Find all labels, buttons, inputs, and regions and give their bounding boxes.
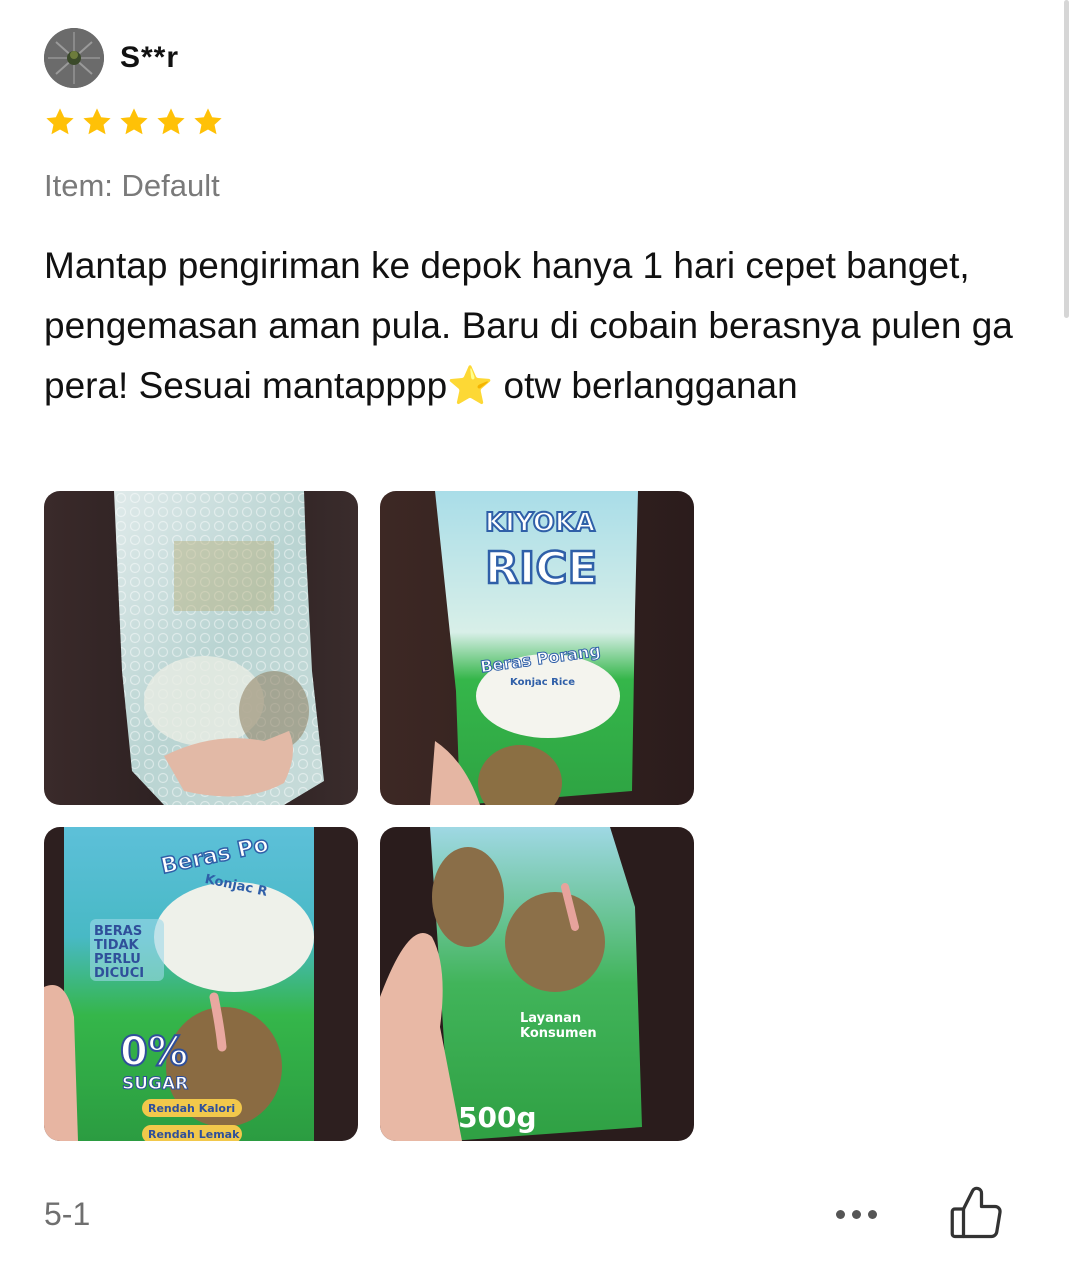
- photo-label: 500g: [458, 1101, 537, 1134]
- rating-stars: [44, 106, 224, 138]
- photo-label: 0%: [120, 1029, 188, 1075]
- username: S**r: [120, 41, 180, 74]
- star-icon: [157, 108, 185, 135]
- photo-label: Rendah Lemak: [148, 1128, 240, 1141]
- like-button[interactable]: [946, 1184, 1006, 1244]
- review-date: 5-1: [44, 1196, 91, 1232]
- photo-label: Rendah Kalori: [148, 1102, 235, 1115]
- item-variant: Item: Default: [44, 168, 220, 203]
- thumbs-up-icon: [950, 1186, 1002, 1239]
- photo-label: DICUCI: [94, 966, 144, 981]
- photo-label: KIYOKA: [485, 508, 595, 538]
- photo-rice-bag-back[interactable]: Layanan Konsumen 500g: [380, 827, 694, 1141]
- photo-label: RICE: [485, 543, 598, 594]
- review-page: S**r Item: Default Mantap pengiriman ke …: [0, 0, 1075, 1280]
- review-header: S**r: [44, 28, 179, 88]
- photo-kiyoka-rice-front[interactable]: KIYOKA RICE Beras Porang Konjac Rice: [380, 491, 694, 805]
- photo-label: TIDAK: [94, 938, 140, 953]
- star-icon: [83, 108, 111, 135]
- photo-label: SUGAR: [122, 1074, 188, 1094]
- photo-label: PERLU: [94, 952, 141, 967]
- user-avatar[interactable]: [44, 28, 104, 88]
- more-dots-icon: [867, 1209, 877, 1219]
- photo-label: Layanan: [520, 1011, 581, 1026]
- review-text: Mantap pengiriman ke depok hanya 1 hari …: [44, 245, 1013, 406]
- photo-bubble-wrapped-package[interactable]: [44, 491, 358, 805]
- photo-label: Konsumen: [520, 1026, 597, 1041]
- more-dots-icon: [835, 1209, 845, 1219]
- more-options-button[interactable]: [826, 1196, 886, 1232]
- star-icon: [120, 108, 148, 135]
- scrollbar[interactable]: [1064, 0, 1069, 318]
- photo-rice-bag-sugar[interactable]: Beras Po Konjac R BERAS TIDAK PERLU DICU…: [44, 827, 358, 1141]
- more-dots-icon: [851, 1209, 861, 1219]
- review-photos: KIYOKA RICE Beras Porang Konjac Rice Ber…: [44, 491, 694, 1141]
- photo-label: BERAS: [94, 924, 142, 939]
- photo-label: Konjac Rice: [510, 677, 575, 688]
- star-icon: [46, 108, 74, 135]
- star-icon: [194, 108, 222, 135]
